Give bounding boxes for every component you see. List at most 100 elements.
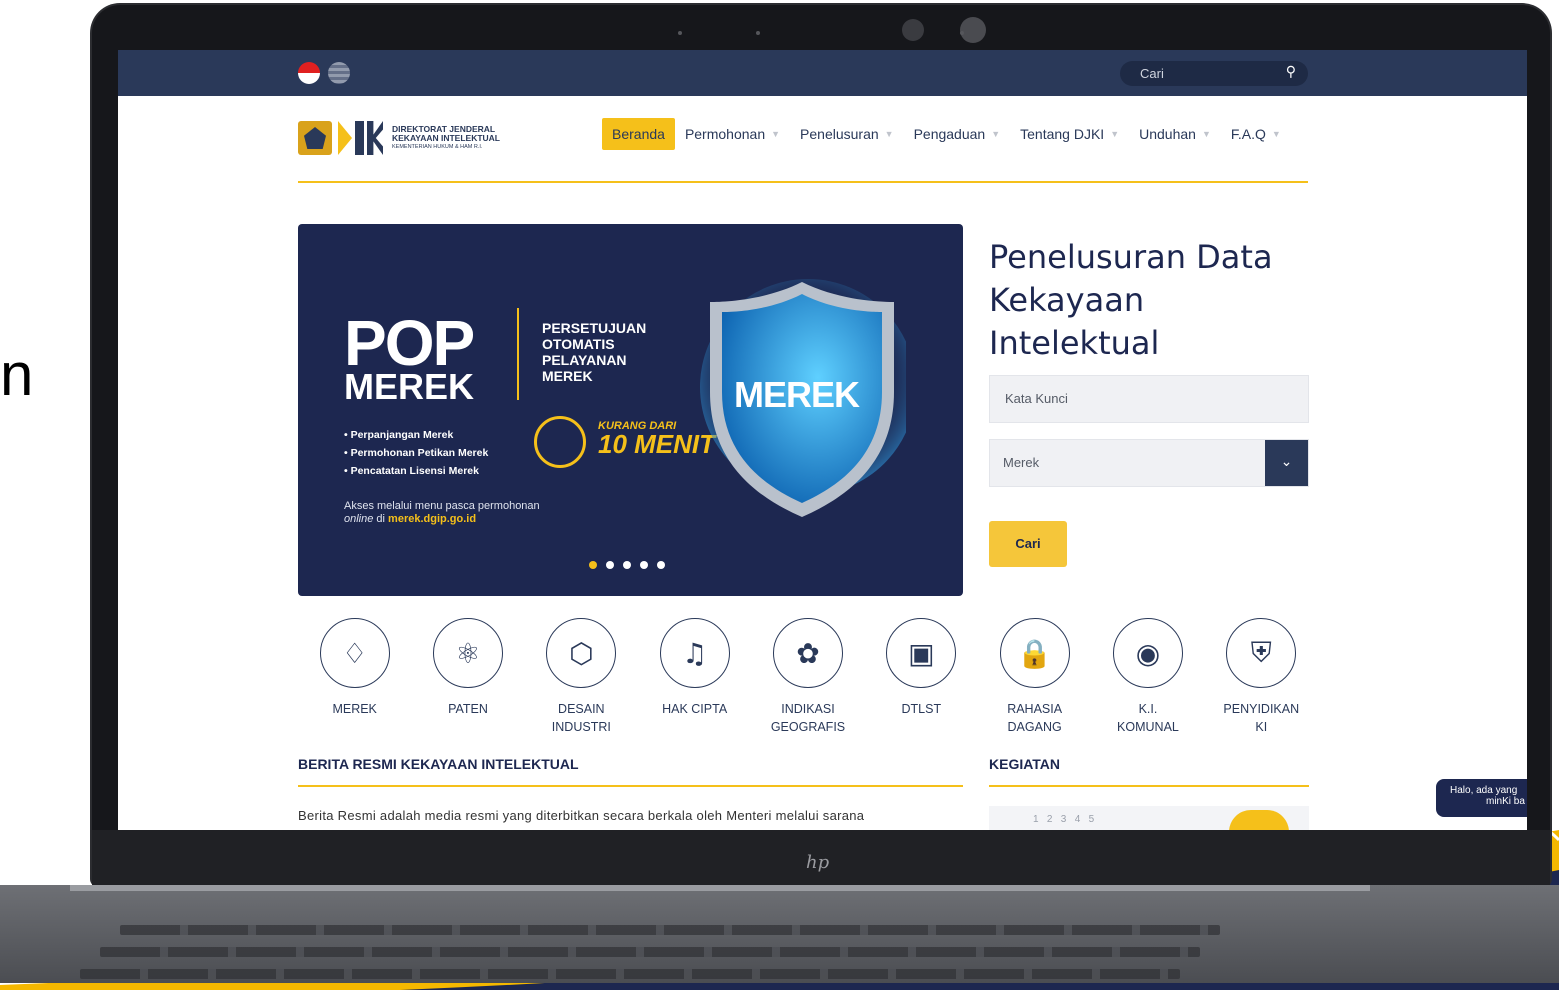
akses-italic: online	[344, 513, 374, 525]
top-search-input[interactable]	[1138, 65, 1282, 82]
category-indikasi-geografis[interactable]: ✿ INDIKASI GEOGRAFIS	[751, 618, 864, 736]
search-icon[interactable]: ⚲	[1286, 64, 1296, 80]
chat-line-2: minKi ba	[1486, 796, 1525, 807]
search-title: Penelusuran Data Kekayaan Intelektual	[989, 238, 1273, 362]
lock-icon: 🔒	[999, 618, 1070, 688]
category-label: DTLST	[901, 702, 942, 716]
laptop-keyboard	[0, 885, 1559, 983]
indicator-dot	[756, 31, 760, 35]
nav-label: Tentang DJKI	[1020, 126, 1105, 142]
nav-permohonan[interactable]: Permohonan ▼	[675, 118, 790, 150]
nav-penelusuran[interactable]: Penelusuran ▼	[790, 118, 904, 150]
banner-merek-title: MEREK	[344, 366, 475, 407]
akses-line-2: online di merek.dgip.go.id	[344, 513, 540, 526]
nav-tentang-djki[interactable]: Tentang DJKI ▼	[1010, 118, 1129, 150]
kegiatan-divider	[989, 785, 1309, 787]
chat-line-1: Halo, ada yang	[1450, 785, 1518, 796]
sensor-icon	[960, 17, 986, 43]
type-select[interactable]: Merek ⌄	[989, 439, 1309, 487]
nav-label: F.A.Q	[1230, 126, 1266, 142]
berita-text: Berita Resmi adalah media resmi yang dit…	[298, 808, 865, 823]
us-flag-icon[interactable]	[328, 62, 350, 84]
category-label: DESAIN INDUSTRI	[551, 702, 611, 734]
category-hak-cipta[interactable]: ♫ HAK CIPTA	[638, 618, 751, 736]
category-rahasia-dagang[interactable]: 🔒 RAHASIA DAGANG	[978, 618, 1091, 736]
keyword-input[interactable]	[1003, 390, 1287, 407]
category-dtlst[interactable]: ▣ DTLST	[865, 618, 978, 736]
caret-down-icon: ▼	[991, 129, 1001, 139]
kegiatan-heading: KEGIATAN	[989, 756, 1061, 772]
banner-bullet: • Pencatatan Lisensi Merek	[344, 465, 479, 477]
sprout-icon: ✿	[772, 618, 843, 688]
category-label: RAHASIA DAGANG	[1007, 702, 1063, 734]
indicator-dot	[678, 31, 682, 35]
banner-akses: Akses melalui menu pasca permohonan onli…	[344, 500, 540, 526]
category-paten[interactable]: ⚛ PATEN	[411, 618, 524, 736]
emblem-icon	[298, 121, 332, 155]
search-button[interactable]: Cari	[989, 521, 1067, 567]
chevron-down-icon[interactable]: ⌄	[1265, 440, 1308, 486]
stopwatch-icon	[534, 416, 586, 468]
keyword-field[interactable]	[989, 375, 1309, 423]
chip-icon: ▣	[886, 618, 957, 688]
top-bar: ⚲	[118, 50, 1527, 96]
cube-icon: ⬡	[546, 618, 617, 688]
chat-widget[interactable]: Halo, ada yang minKi ba	[1436, 779, 1527, 817]
akses-line-1: Akses melalui menu pasca permohonan	[344, 500, 540, 512]
carousel-dot[interactable]	[623, 561, 631, 569]
category-label: PATEN	[448, 702, 488, 716]
site-header: DIREKTORAT JENDERAL KEKAYAAN INTELEKTUAL…	[118, 96, 1527, 182]
banner-divider	[517, 308, 519, 400]
webcam-icon	[902, 19, 924, 41]
nav-label: Beranda	[612, 126, 665, 142]
header-divider	[298, 181, 1308, 183]
berita-heading: BERITA RESMI KEKAYAAN INTELEKTUAL	[298, 756, 579, 772]
banner-bullet: • Perpanjangan Merek	[344, 429, 454, 441]
tag-icon: ♢	[319, 618, 390, 688]
akses-di: di	[373, 513, 389, 525]
hero-banner[interactable]: POP MEREK PERSETUJUAN OTOMATIS PELAYANAN…	[298, 224, 963, 596]
main-nav: Beranda Permohonan ▼ Penelusuran ▼ Pengadu…	[602, 118, 1291, 150]
type-select-value: Merek	[1003, 455, 1040, 470]
akses-link[interactable]: merek.dgip.go.id	[388, 513, 476, 525]
shield-label: MEREK	[734, 374, 860, 415]
category-icons: ♢ MEREK ⚛ PATEN ⬡ DESAIN INDUSTRI ♫ HAK …	[298, 618, 1318, 736]
caret-down-icon: ▼	[1110, 129, 1120, 139]
berita-divider	[298, 785, 963, 787]
carousel-dot[interactable]	[606, 561, 614, 569]
kegiatan-image[interactable]: 1 2 3 4 5	[989, 806, 1309, 830]
category-label: K.I. KOMUNAL	[1117, 702, 1179, 734]
nav-unduhan[interactable]: Unduhan ▼	[1129, 118, 1221, 150]
djki-logo[interactable]: DIREKTORAT JENDERAL KEKAYAAN INTELEKTUAL…	[298, 120, 500, 156]
carousel-dot[interactable]	[640, 561, 648, 569]
nav-pengaduan[interactable]: Pengaduan ▼	[904, 118, 1011, 150]
category-desain-industri[interactable]: ⬡ DESAIN INDUSTRI	[525, 618, 638, 736]
logo-line-2: KEKAYAAN INTELEKTUAL	[392, 132, 500, 143]
nav-faq[interactable]: F.A.Q ▼	[1221, 118, 1291, 150]
kegiatan-graphic	[1229, 810, 1289, 830]
badge-icon: ⛨	[1226, 618, 1297, 688]
category-label: MEREK	[332, 702, 377, 716]
banner-tagline: PERSETUJUAN OTOMATIS PELAYANAN MEREK	[542, 320, 647, 384]
nav-label: Unduhan	[1139, 126, 1196, 142]
logo-line-3: KEMENTERIAN HUKUM & HAM R.I.	[392, 143, 483, 150]
indonesia-flag-icon[interactable]	[298, 62, 320, 84]
key-row	[100, 947, 1200, 957]
caret-down-icon: ▼	[1271, 129, 1281, 139]
nav-beranda[interactable]: Beranda	[602, 118, 675, 150]
banner-bullet: • Permohonan Petikan Merek	[344, 447, 489, 459]
carousel-dot[interactable]	[589, 561, 597, 569]
cropped-text-fragment: n	[0, 341, 34, 408]
carousel-dot[interactable]	[657, 561, 665, 569]
nav-label: Pengaduan	[913, 126, 986, 142]
top-search-box[interactable]: ⚲	[1120, 61, 1308, 86]
category-penyidikan-ki[interactable]: ⛨ PENYIDIKAN KI	[1205, 618, 1318, 736]
nav-label: Permohonan	[684, 126, 766, 142]
caret-down-icon: ▼	[884, 129, 894, 139]
category-ki-komunal[interactable]: ◉ K.I. KOMUNAL	[1091, 618, 1204, 736]
indicator-dot	[960, 31, 964, 35]
calendar-numbers: 1 2 3 4 5	[1033, 814, 1095, 825]
nav-label: Penelusuran	[800, 126, 879, 142]
category-merek[interactable]: ♢ MEREK	[298, 618, 411, 736]
mask-icon: ◉	[1112, 618, 1183, 688]
